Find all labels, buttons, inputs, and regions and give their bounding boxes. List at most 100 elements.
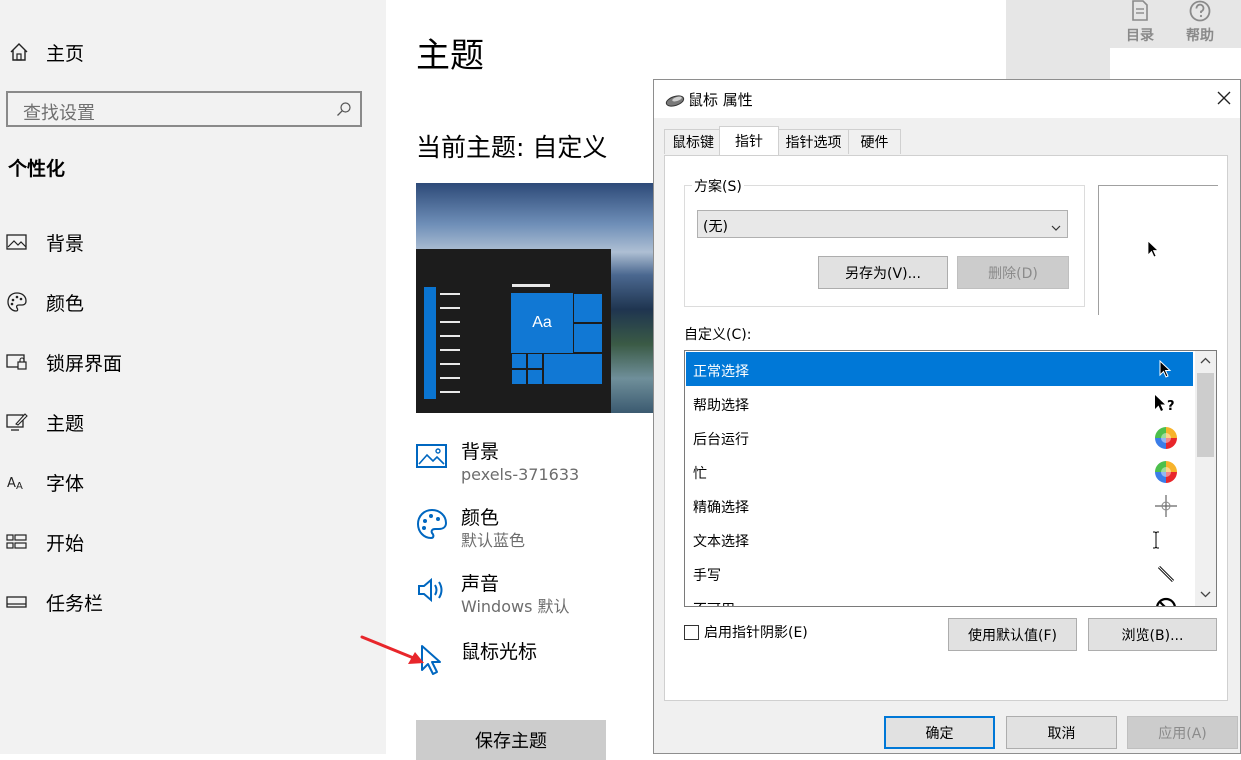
sidebar-item-fonts[interactable]: AA 字体 — [6, 467, 84, 497]
help-cursor-icon: ? — [1153, 391, 1179, 417]
toc-button[interactable]: 目录 — [1126, 0, 1154, 45]
use-default-button[interactable]: 使用默认值(F) — [948, 618, 1077, 651]
help-label: 帮助 — [1186, 28, 1214, 44]
pointer-shadow-checkbox[interactable]: 启用指针阴影(E) — [684, 622, 808, 642]
scheme-value: (无) — [703, 219, 728, 235]
help-icon — [1189, 0, 1211, 22]
list-item[interactable]: 文本选择 — [686, 522, 1193, 556]
scrollbar-thumb[interactable] — [1197, 373, 1214, 457]
theme-row-value: 默认蓝色 — [461, 531, 526, 550]
save-as-button[interactable]: 另存为(V)... — [818, 256, 948, 289]
tab-pointers[interactable]: 指针 — [719, 126, 779, 155]
annotation-arrow — [360, 635, 424, 664]
list-item-label: 正常选择 — [693, 364, 749, 380]
theme-row-sounds[interactable]: 声音 Windows 默认 — [416, 572, 570, 618]
list-item[interactable]: 正常选择 — [686, 352, 1193, 386]
preview-start-menu: Aa — [416, 249, 611, 413]
unavailable-cursor-icon — [1153, 595, 1179, 606]
crosshair-cursor-icon — [1153, 493, 1179, 519]
chevron-down-icon[interactable] — [1200, 590, 1211, 598]
home-icon — [8, 41, 30, 63]
list-item[interactable]: 后台运行 — [686, 420, 1193, 454]
palette-icon — [416, 508, 448, 540]
theme-row-label: 声音 — [461, 573, 500, 595]
browse-button[interactable]: 浏览(B)... — [1088, 618, 1217, 651]
customize-label: 自定义(C): — [684, 327, 752, 343]
sidebar-item-label: 主题 — [46, 412, 85, 435]
nav-home-label: 主页 — [46, 42, 85, 65]
list-item[interactable]: 忙 — [686, 454, 1193, 488]
help-button[interactable]: 帮助 — [1186, 0, 1214, 45]
sidebar-item-label: 任务栏 — [46, 592, 104, 615]
palette-icon — [6, 291, 28, 313]
sidebar-item-label: 开始 — [46, 532, 85, 555]
pen-cursor-icon — [1153, 561, 1179, 587]
pointers-tab-page: 方案(S) (无) 另存为(V)... 删除(D) 自定义(C): 正常选择 帮… — [664, 155, 1228, 701]
list-item[interactable]: 帮助选择 ? — [686, 386, 1193, 420]
tab-hardware[interactable]: 硬件 — [848, 129, 901, 154]
list-item[interactable]: 精确选择 — [686, 488, 1193, 522]
tab-pointer-options[interactable]: 指针选项 — [777, 129, 850, 154]
theme-row-mouse-cursor[interactable]: 鼠标光标 — [416, 640, 538, 675]
list-item-label: 不可用 — [693, 599, 735, 606]
mouse-properties-dialog: 鼠标 属性 鼠标键 指针 指针选项 硬件 方案(S) (无) 另存为(V)...… — [653, 79, 1241, 754]
checkbox-label: 启用指针阴影(E) — [704, 625, 808, 641]
checkbox-box[interactable] — [684, 624, 699, 640]
search-input[interactable]: 查找设置 — [6, 91, 362, 127]
scheme-dropdown[interactable]: (无) — [697, 210, 1068, 238]
speaker-icon — [416, 574, 448, 606]
list-item[interactable]: 手写 — [686, 556, 1193, 590]
preview-tile-text: Aa — [511, 293, 573, 353]
taskbar-icon — [6, 591, 28, 613]
save-theme-button[interactable]: 保存主题 — [416, 720, 606, 760]
cursor-list[interactable]: 正常选择 帮助选择 ? 后台运行 忙 精确选择 文本选择 手写 — [684, 350, 1217, 607]
sidebar-item-colors[interactable]: 颜色 — [6, 287, 84, 317]
page-title: 主题 — [416, 36, 484, 76]
arrow-cursor-icon — [1147, 240, 1160, 258]
cursor-list-scrollbar[interactable] — [1195, 351, 1216, 606]
scheme-label: 方案(S) — [692, 176, 744, 196]
delete-button[interactable]: 删除(D) — [957, 256, 1069, 289]
theme-row-background[interactable]: 背景 pexels-371633 — [416, 440, 579, 486]
section-title: 个性化 — [8, 158, 66, 180]
search-icon[interactable] — [336, 101, 352, 117]
theme-row-label: 鼠标光标 — [461, 641, 538, 663]
tab-buttons[interactable]: 鼠标键 — [664, 129, 722, 154]
apply-button[interactable]: 应用(A) — [1127, 716, 1238, 749]
sidebar-item-start[interactable]: 开始 — [6, 527, 84, 557]
sidebar-item-themes[interactable]: 主题 — [6, 407, 84, 437]
cursor-preview-box — [1098, 185, 1218, 315]
sidebar-item-label: 锁屏界面 — [46, 352, 123, 375]
close-icon[interactable] — [1214, 88, 1234, 108]
list-item[interactable]: 不可用 — [686, 590, 1193, 606]
busy-cursor-icon — [1153, 459, 1179, 485]
arrow-cursor-icon — [1153, 357, 1179, 383]
settings-sidebar: 主页 查找设置 个性化 背景 颜色 锁屏界面 主题 AA 字体 开始 任务栏 — [0, 0, 386, 754]
working-cursor-icon — [1153, 425, 1179, 451]
theme-row-label: 颜色 — [461, 507, 500, 529]
sidebar-item-label: 字体 — [46, 472, 85, 495]
text-cursor-icon — [1153, 527, 1179, 553]
picture-icon — [6, 231, 28, 253]
svg-text:?: ? — [1167, 399, 1175, 414]
dialog-title: 鼠标 属性 — [688, 91, 753, 109]
chevron-up-icon[interactable] — [1200, 357, 1211, 365]
start-icon — [6, 531, 28, 553]
search-placeholder: 查找设置 — [23, 103, 95, 124]
chevron-down-icon — [1051, 220, 1061, 231]
cancel-button[interactable]: 取消 — [1006, 716, 1117, 749]
list-item-label: 忙 — [693, 466, 707, 482]
sidebar-item-background[interactable]: 背景 — [6, 227, 84, 257]
nav-home[interactable]: 主页 — [8, 38, 84, 66]
ok-button[interactable]: 确定 — [884, 716, 995, 749]
mouse-icon — [665, 92, 685, 107]
list-item-label: 帮助选择 — [693, 398, 749, 414]
current-theme-label: 当前主题: 自定义 — [416, 133, 608, 162]
list-item-label: 手写 — [693, 568, 721, 584]
sidebar-item-taskbar[interactable]: 任务栏 — [6, 587, 103, 617]
theme-row-color[interactable]: 颜色 默认蓝色 — [416, 506, 525, 552]
svg-text:A: A — [16, 481, 23, 492]
sidebar-item-lock-screen[interactable]: 锁屏界面 — [6, 347, 122, 377]
list-item-label: 文本选择 — [693, 534, 749, 550]
dialog-titlebar[interactable]: 鼠标 属性 — [654, 80, 1240, 118]
